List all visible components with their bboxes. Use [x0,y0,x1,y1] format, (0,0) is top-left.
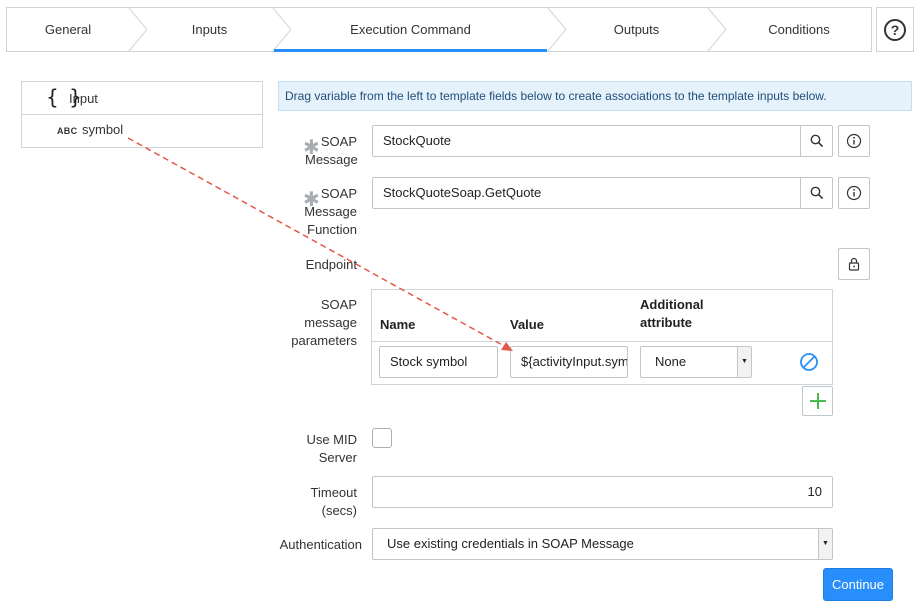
step-conditions[interactable]: Conditions [726,8,872,51]
param-value-input[interactable]: ${activityInput.sym [510,346,628,378]
block-icon [800,353,818,371]
step-outputs[interactable]: Outputs [566,8,707,51]
remove-row-button[interactable] [799,352,819,372]
soap-message-field[interactable]: StockQuote [372,125,833,157]
authentication-select[interactable]: Use existing credentials in SOAP Message… [372,528,833,560]
param-name-input[interactable]: Stock symbol [379,346,498,378]
soap-message-lookup-button[interactable] [800,126,832,156]
string-type-icon: ABC [57,126,78,136]
tree-item-input[interactable]: { } Input [22,82,262,115]
info-banner: Drag variable from the left to template … [278,81,912,111]
step-separator [707,8,726,51]
variable-tree: { } Input ABC symbol [21,81,263,148]
search-icon [810,186,823,200]
use-mid-server-label: Use MID Server [306,432,357,465]
tree-item-label: Input [69,91,98,106]
tree-item-label: symbol [82,122,124,137]
add-parameter-button[interactable] [802,386,833,416]
use-mid-server-checkbox[interactable] [372,428,392,448]
timeout-label: Timeout (secs) [310,485,357,518]
param-attribute-select[interactable]: None ▼ [640,346,752,378]
table-divider [372,341,832,342]
column-header-name: Name [380,317,416,332]
tree-item-symbol[interactable]: ABC symbol [22,115,262,148]
info-icon [846,133,862,149]
soap-parameters-table: Name Value Additional attribute Stock sy… [371,289,833,385]
soap-message-function-field[interactable]: StockQuoteSoap.GetQuote [372,177,833,209]
question-circle-icon: ? [884,18,906,41]
step-bar: General Inputs Execution Command Outputs… [6,7,872,52]
help-button[interactable]: ? [876,7,914,52]
info-icon [846,185,862,201]
continue-button[interactable]: Continue [823,568,893,601]
column-header-additional-attribute: Additional attribute [640,297,704,330]
column-header-value: Value [510,317,544,332]
search-icon [810,134,823,148]
chevron-down-icon: ▼ [818,529,832,559]
plus-icon [809,393,826,409]
soap-message-function-label: SOAP Message Function [304,186,357,237]
soap-message-info-button[interactable] [838,125,870,157]
step-separator [547,8,566,51]
timeout-input[interactable]: 10 [372,476,833,508]
step-execution-command[interactable]: Execution Command [274,8,547,52]
step-inputs[interactable]: Inputs [147,8,272,51]
soap-parameters-label: SOAP message parameters [291,297,357,348]
lock-icon [848,257,860,271]
endpoint-lock-button[interactable] [838,248,870,280]
chevron-down-icon: ▼ [737,347,751,377]
endpoint-label: Endpoint [305,257,357,272]
soap-function-info-button[interactable] [838,177,870,209]
step-general[interactable]: General [7,8,129,51]
soap-message-label: SOAP Message [305,134,358,167]
authentication-label: Authentication [279,537,362,552]
step-separator [128,8,147,51]
soap-function-lookup-button[interactable] [800,178,832,208]
